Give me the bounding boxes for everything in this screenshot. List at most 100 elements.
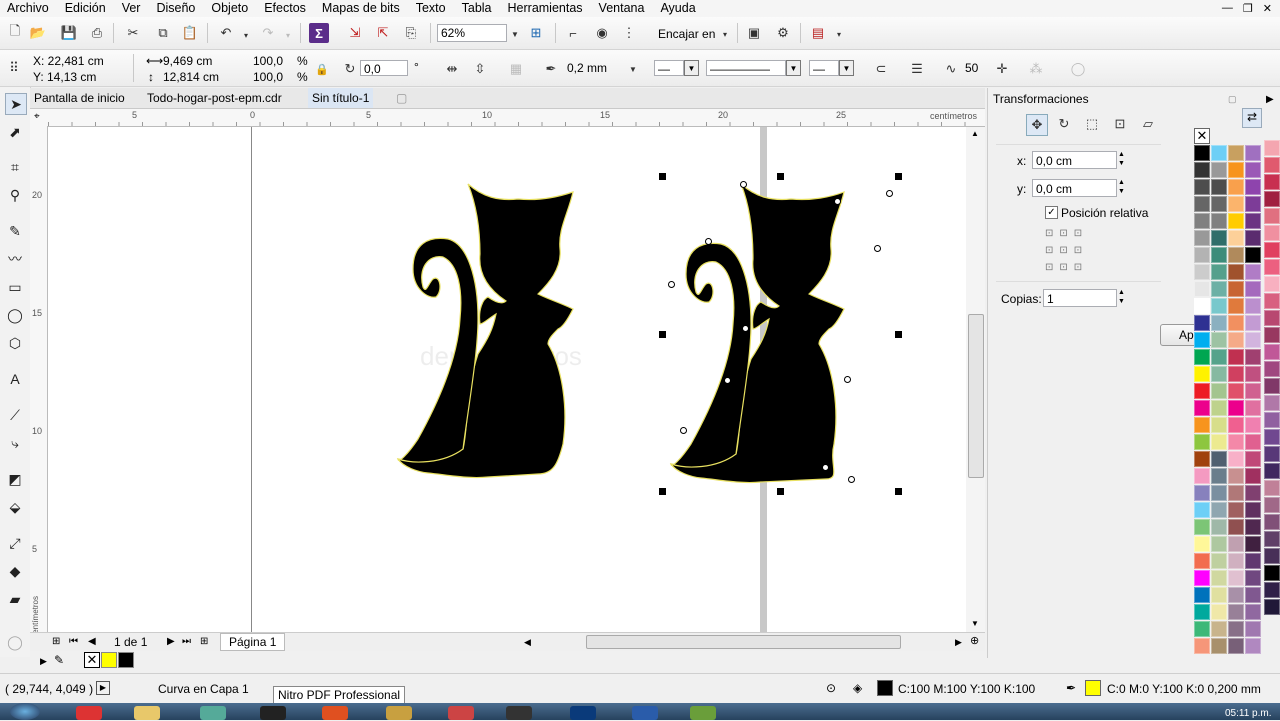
ruler-origin[interactable]: ⌖ [30,109,48,126]
zoom-level-select[interactable]: 62% [437,24,507,42]
color-proof-icon[interactable]: ⊙ [826,681,836,695]
mirror-vertical-icon[interactable]: ⇳ [470,59,490,79]
new-document-icon[interactable]: 🗋 [5,23,25,43]
media-taskbar-icon[interactable] [322,706,348,720]
palette-swatch[interactable] [1211,604,1227,620]
palette-swatch[interactable] [1194,332,1210,348]
palette-swatch[interactable] [1211,587,1227,603]
save-icon[interactable]: 💾 [59,23,79,43]
node-grid-icon[interactable]: ⁂ [1026,59,1046,79]
palette-swatch[interactable] [1245,315,1261,331]
smart-fill-icon[interactable]: ▰ [5,589,25,609]
palette-swatch[interactable] [1245,179,1261,195]
close-curve-icon[interactable]: ⊂ [871,59,891,79]
palette-swatch[interactable] [1264,259,1280,275]
palette-swatch[interactable] [1211,502,1227,518]
palette-swatch[interactable] [1245,519,1261,535]
smoothing-slider-icon[interactable]: ✛ [992,59,1012,79]
selection-handle[interactable] [659,331,666,338]
palette-swatch[interactable] [1228,383,1244,399]
palette-swatch[interactable] [1194,587,1210,603]
undo-icon[interactable]: ↶ [216,23,236,43]
curve-node[interactable] [668,281,675,288]
curve-node[interactable] [886,190,893,197]
curve-node[interactable] [742,325,749,332]
status-play-icon[interactable]: ▶ [96,681,110,695]
palette-swatch[interactable] [1211,570,1227,586]
last-page-icon[interactable]: ⏭ [182,635,191,649]
palette-swatch[interactable] [1245,332,1261,348]
start-arrow-select[interactable]: — [654,60,684,76]
palette-swatch[interactable] [1228,315,1244,331]
palette-swatch[interactable] [1264,548,1280,564]
search-content-icon[interactable]: Σ [309,23,329,43]
menu-edicion[interactable]: Edición [58,0,115,17]
palette-swatch[interactable] [1194,553,1210,569]
paint-taskbar-icon[interactable] [386,706,412,720]
wrap-text-icon[interactable]: ☰ [907,59,927,79]
palette-swatch[interactable] [1211,213,1227,229]
palette-swatch[interactable] [1194,145,1210,161]
palette-swatch[interactable] [1194,162,1210,178]
size-mode-icon[interactable]: ⊡ [1110,114,1130,134]
menu-ayuda[interactable]: Ayuda [653,0,704,17]
palette-swatch[interactable] [1211,417,1227,433]
app-taskbar-icon[interactable] [200,706,226,720]
palette-swatch[interactable] [1245,145,1261,161]
vertical-scrollbar[interactable]: ▲ ▼ [966,127,985,633]
palette-swatch[interactable] [1211,638,1227,654]
palette-swatch[interactable] [1245,502,1261,518]
explorer-taskbar-icon[interactable] [134,706,160,720]
horizontal-ruler[interactable]: 5 0 5 10 15 20 25 centímetros [48,109,985,127]
ellipse-tool-icon[interactable]: ◯ [5,305,25,325]
end-arrow-dropdown-icon[interactable]: ▼ [839,60,854,76]
app2-taskbar-icon[interactable] [690,706,716,720]
transform-docker-tab-icon[interactable]: ⇄ [1242,108,1262,128]
palette-swatch[interactable] [1228,332,1244,348]
line-style-select[interactable]: ――――― [706,60,786,76]
palette-swatch[interactable] [1211,468,1227,484]
palette-swatch[interactable] [1264,361,1280,377]
vertical-ruler[interactable]: 20 15 10 5 centímetros [30,126,48,638]
palette-swatch[interactable] [1264,429,1280,445]
menu-tabla[interactable]: Tabla [455,0,501,17]
palette-swatch[interactable] [1245,468,1261,484]
selection-handle[interactable] [895,173,902,180]
palette-swatch[interactable] [1245,638,1261,654]
palette-swatch[interactable] [1211,332,1227,348]
elastic-mode-icon[interactable]: ◯ [1068,59,1088,79]
palette-swatch[interactable] [1228,621,1244,637]
palette-swatch[interactable] [1264,276,1280,292]
curve-node[interactable] [848,476,855,483]
palette-swatch[interactable] [1245,621,1261,637]
shape-tool-icon[interactable]: ⬈ [5,122,25,142]
palette-swatch[interactable] [1228,468,1244,484]
zoom-dropdown-icon[interactable]: ▼ [505,24,525,44]
palette-swatch[interactable] [1211,434,1227,450]
toolbox-options-icon[interactable]: ◯ [5,632,25,652]
tab-todo-hogar[interactable]: Todo-hogar-post-epm.cdr [143,88,286,108]
palette-swatch[interactable] [1211,621,1227,637]
drop-shadow-icon[interactable]: ◩ [5,469,25,489]
height-value[interactable]: 12,814 cm [163,70,219,84]
no-color-swatch[interactable]: ✕ [84,652,100,668]
palette-swatch[interactable] [1245,196,1261,212]
palette-swatch[interactable] [1228,638,1244,654]
palette-swatch[interactable] [1194,485,1210,501]
freehand-tool-icon[interactable]: ✎ [5,221,25,241]
weld-icon[interactable]: ▦ [506,59,526,79]
start-button-icon[interactable] [10,703,40,720]
rotation-field[interactable]: 0,0 [360,60,408,76]
palette-swatch[interactable] [1194,264,1210,280]
palette-no-color[interactable]: ✕ [1194,128,1210,144]
application-launcher-icon[interactable]: ▤ [808,23,828,43]
doc-swatch-black[interactable] [118,652,134,668]
palette-swatch[interactable] [1245,604,1261,620]
palette-swatch[interactable] [1264,242,1280,258]
palette-swatch[interactable] [1211,485,1227,501]
y-spinner-icon[interactable]: ▲ ▼ [1118,178,1125,196]
new-tab-icon[interactable]: ▢ [392,88,411,108]
outline-width-field[interactable]: 0,2 mm [564,60,625,76]
palette-swatch[interactable] [1228,570,1244,586]
selection-handle[interactable] [895,488,902,495]
